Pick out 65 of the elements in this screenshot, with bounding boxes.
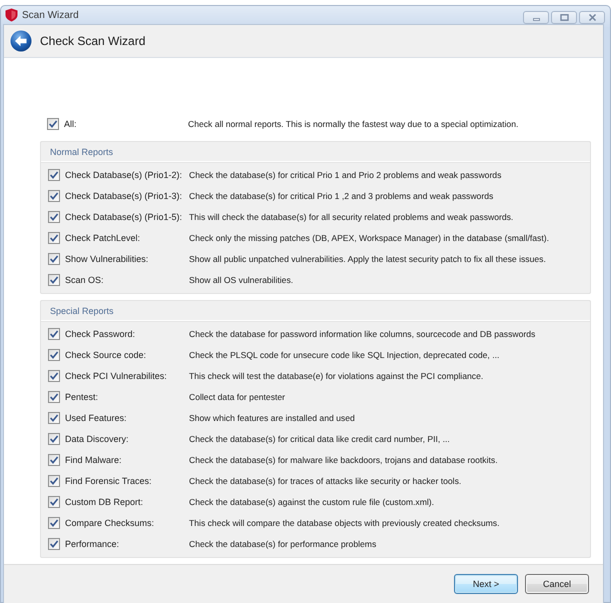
checkbox[interactable] bbox=[47, 118, 59, 130]
option-description: Check the database(s) for traces of attacks like security or hacker tools. bbox=[189, 476, 462, 486]
checkbox[interactable] bbox=[48, 390, 60, 402]
checkbox[interactable] bbox=[48, 190, 60, 202]
group-title: Normal Reports bbox=[41, 142, 590, 162]
checkbox[interactable] bbox=[48, 210, 60, 222]
checkbox-label: Check Database(s) (Prio1-5): bbox=[65, 212, 184, 222]
option-description: Check only the missing patches (DB, APEX, Workspace Manager) in the database (small/fast). bbox=[189, 232, 549, 242]
option-description: Check the database(s) for critical Prio 1 ,2 and 3 problems and weak passwords bbox=[189, 190, 494, 200]
option-description: Check the database(s) against the custom rule file (custom.xml). bbox=[189, 496, 434, 506]
option-description: Check the database(s) for performance problems bbox=[189, 538, 376, 548]
option-description: Check all normal reports. This is normally the fastest way due to a special optimization. bbox=[188, 119, 518, 129]
option-description: This check will test the database(e) for violations against the PCI compliance. bbox=[189, 370, 484, 380]
close-button[interactable] bbox=[579, 11, 605, 24]
checkbox[interactable] bbox=[48, 516, 60, 528]
checkbox[interactable] bbox=[48, 474, 60, 486]
option-description: Check the database(s) for malware like backdoors, trojans and database rootkits. bbox=[189, 454, 498, 464]
checkbox-label: Show Vulnerabilities: bbox=[65, 254, 150, 264]
checkbox-label: Find Forensic Traces: bbox=[65, 476, 153, 486]
option-description: Show which features are installed and used bbox=[189, 412, 355, 422]
checkbox-label: Check Database(s) (Prio1-2): bbox=[65, 170, 184, 180]
window-title: Scan Wizard bbox=[22, 10, 80, 20]
option-description: Show all public unpatched vulnerabilities. Apply the latest security patch to fix all these issues. bbox=[189, 254, 546, 264]
checkbox-label: Scan OS: bbox=[65, 274, 105, 284]
checkbox[interactable] bbox=[48, 252, 60, 264]
checkbox[interactable] bbox=[48, 454, 60, 466]
checkbox[interactable] bbox=[48, 274, 60, 286]
checkbox[interactable] bbox=[48, 328, 60, 340]
checkbox-label: Check Password: bbox=[65, 328, 136, 338]
checkbox-label: Pentest: bbox=[65, 392, 100, 402]
next-button[interactable]: Next > bbox=[454, 574, 518, 594]
checkbox[interactable] bbox=[48, 496, 60, 508]
checkbox-label: Custom DB Report: bbox=[65, 496, 144, 506]
maximize-icon bbox=[560, 14, 568, 21]
option-description: Collect data for pentester bbox=[189, 392, 286, 402]
option-description: Check the database for password information like columns, sourcecode and DB passwords bbox=[189, 328, 536, 338]
checkbox-label: Find Malware: bbox=[65, 454, 123, 464]
checkbox[interactable] bbox=[48, 348, 60, 360]
option-description: This check will compare the database objects with previously created checksums. bbox=[189, 518, 500, 528]
checkbox-label: Check PatchLevel: bbox=[65, 232, 142, 242]
checkbox-label: Check Database(s) (Prio1-3): bbox=[65, 190, 184, 200]
option-description: Show all OS vulnerabilities. bbox=[189, 274, 294, 284]
checkbox-label: Compare Checksums: bbox=[65, 518, 156, 528]
cancel-button[interactable]: Cancel bbox=[525, 574, 589, 594]
option-description: Check the database(s) for critical Prio 1 and Prio 2 problems and weak passwords bbox=[189, 170, 502, 180]
option-description: Check the database(s) for critical data like credit card number, PII, ... bbox=[189, 434, 450, 444]
group-title: Special Reports bbox=[41, 301, 590, 321]
checkbox[interactable] bbox=[48, 370, 60, 382]
option-description: This will check the database(s) for all security related problems and weak passwords. bbox=[189, 212, 514, 222]
checkbox-label: All: bbox=[64, 119, 78, 129]
checkbox-label: Check PCI Vulnerabilites: bbox=[65, 370, 168, 380]
close-icon bbox=[588, 14, 596, 21]
checkbox[interactable] bbox=[48, 432, 60, 444]
checkbox-label: Performance: bbox=[65, 538, 120, 548]
maximize-button[interactable] bbox=[551, 11, 577, 24]
checkbox[interactable] bbox=[48, 412, 60, 424]
page-title: Check Scan Wizard bbox=[40, 34, 146, 48]
shield-icon bbox=[5, 8, 18, 22]
checkbox-label: Data Discovery: bbox=[65, 434, 130, 444]
option-description: Check the PLSQL code for unsecure code like SQL Injection, deprecated code, ... bbox=[189, 350, 500, 360]
checkbox-label: Used Features: bbox=[65, 412, 128, 422]
checkbox[interactable] bbox=[48, 538, 60, 550]
checkbox-label: Check Source code: bbox=[65, 350, 148, 360]
checkbox[interactable] bbox=[48, 168, 60, 180]
checkbox[interactable] bbox=[48, 232, 60, 244]
